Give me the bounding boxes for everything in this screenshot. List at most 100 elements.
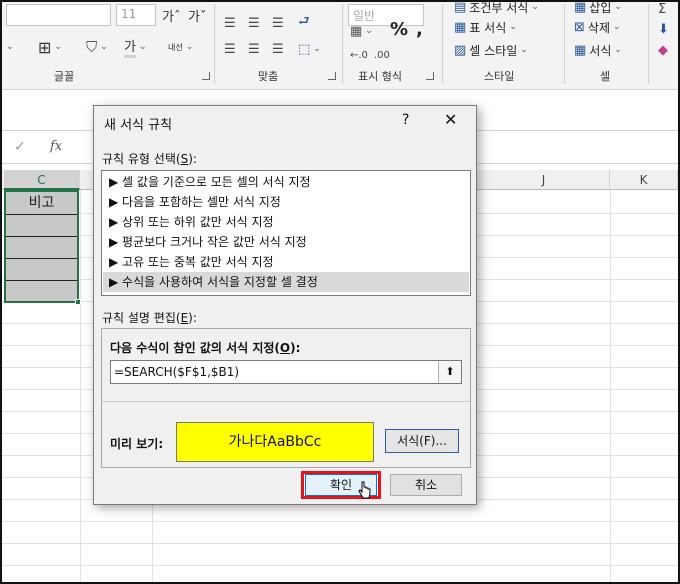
cancel-button[interactable]: 취소 [390,474,462,496]
edit-rule-label: 규칙 설명 편집(E): [102,309,197,326]
grow-font-icon: 가ˆ [162,9,181,25]
font-size-value: 11 [121,7,137,21]
align-left-button[interactable]: ☰ [224,38,236,60]
collapse-dialog-button[interactable]: ⬆ [438,361,461,383]
select-rule-type-text: 규칙 유형 선택( [102,152,181,166]
table-icon: ▦ [454,19,467,35]
header-cell[interactable]: 비고 [6,192,77,215]
align-middle-button[interactable]: ☰ [248,12,260,34]
ribbon: 11 가ˆ 가ˇ ⌄ ⊞ ⌄ ⛉ ⌄ 가 ⌄ 내선 ⌄ 글꼴 ☰ ☰ ☰ ⮐ ☰ ☰ ☰… [2,2,678,90]
shrink-font-button[interactable]: 가ˇ [188,4,206,26]
font-launcher-icon[interactable] [202,72,210,80]
selected-range[interactable]: 비고 [4,190,79,303]
format-as-table-button[interactable]: ▦ 표 서식 ⌄ [454,16,517,38]
align-right-button[interactable]: ☰ [272,38,284,60]
format-preview: 가나다AaBbCc [176,422,374,462]
eraser-icon: ◆ [658,42,668,58]
align-top-button[interactable]: ☰ [224,12,236,34]
ribbon-separator [214,4,215,84]
group-label-styles: 스타일 [484,70,515,83]
column-header-j[interactable]: J [478,170,610,190]
fill-color-button[interactable]: ⛉ ⌄ [86,36,108,58]
increase-decimal-button[interactable]: ←.0 [350,44,368,66]
preview-label: 미리 보기: [110,437,164,451]
formula-label-text: 다음 수식이 참인 값의 서식 지정( [110,341,280,355]
table-row[interactable] [6,215,77,237]
align-left-icon: ☰ [224,41,236,57]
formula-label-end: ): [290,341,301,355]
enter-check-icon[interactable]: ✓ [14,139,26,155]
align-launcher-icon[interactable] [328,72,336,80]
number-launcher-icon[interactable] [426,72,434,80]
autosum-button[interactable]: Σ [658,2,666,20]
align-center-button[interactable]: ☰ [248,38,260,60]
accounting-button[interactable]: ▦ ⌄ [350,20,373,42]
list-item[interactable]: ▶ 평균보다 크거나 작은 값만 서식 지정 [103,232,469,252]
edit-rule-end: ): [188,311,197,325]
align-middle-icon: ☰ [248,15,260,31]
delete-cells-icon: ⊠ [574,19,585,35]
merge-center-button[interactable]: ⬚ ⌄ [298,38,321,60]
list-item[interactable]: ▶ 고유 또는 중복 값만 서식 지정 [103,252,469,272]
percent-button[interactable]: % [390,18,408,40]
decrease-decimal-icon: .00 [374,49,390,61]
font-name-box[interactable] [6,4,111,26]
decrease-decimal-button[interactable]: .00 [374,44,390,66]
insert-cells-icon: ▦ [574,0,587,15]
list-item-selected[interactable]: ▶ 수식을 사용하여 서식을 지정할 셀 결정 [103,272,469,292]
increase-decimal-icon: ←.0 [350,49,368,61]
list-item[interactable]: ▶ 다음을 포함하는 셀만 서식 지정 [103,192,469,212]
align-bottom-button[interactable]: ☰ [272,12,284,34]
rule-type-list[interactable]: ▶ 셀 값을 기준으로 모든 셀의 서식 지정 ▶ 다음을 포함하는 셀만 서식… [101,170,471,296]
conditional-format-icon: ▤ [454,0,467,15]
list-item[interactable]: ▶ 셀 값을 기준으로 모든 셀의 서식 지정 [103,172,469,192]
format-as-table-label: 표 서식 [469,20,507,35]
select-rule-type-end: ): [188,152,197,166]
arrow-up-icon: ⬆ [445,365,455,378]
borders-button[interactable]: ⊞ ⌄ [38,36,62,58]
column-header-k[interactable]: K [610,170,678,190]
list-item[interactable]: ▶ 상위 또는 하위 값만 서식 지정 [103,212,469,232]
comma-button[interactable]: , [416,18,423,40]
new-format-rule-dialog: 새 서식 규칙 ? ✕ 규칙 유형 선택(S): ▶ 셀 값을 기준으로 모든 … [93,105,477,505]
fill-button[interactable]: ⬇ [658,18,669,40]
column-header-c[interactable]: C [4,170,80,190]
font-dropdown-arrow[interactable]: ⌄ [6,36,14,58]
phonetic-button[interactable]: 내선 ⌄ [168,36,193,58]
table-row[interactable] [6,237,77,259]
clear-button[interactable]: ◆ [658,39,668,61]
fill-down-icon: ⬇ [658,21,669,37]
delete-cells-button[interactable]: ⊠ 삭제 ⌄ [574,16,621,38]
conditional-format-label: 조건부 서식 [469,0,529,15]
group-label-number: 표시 형식 [358,70,402,83]
format-cells-button[interactable]: ▦ 서식 ⌄ [574,39,622,61]
grid-line [80,190,81,582]
select-rule-type-label: 규칙 유형 선택(S): [102,150,197,167]
align-top-icon: ☰ [224,15,236,31]
rule-description-panel: 다음 수식이 참인 값의 서식 지정(O): =SEARCH($F$1,$B1)… [101,328,471,468]
align-center-icon: ☰ [248,41,260,57]
fill-handle[interactable] [75,299,81,305]
format-button[interactable]: 서식(F)... [385,429,459,453]
formula-input[interactable]: =SEARCH($F$1,$B1) ⬆ [110,360,462,384]
group-label-cells: 셀 [600,70,611,83]
help-button[interactable]: ? [402,112,409,128]
dialog-title: 새 서식 규칙 [104,118,173,133]
formula-label: 다음 수식이 참인 값의 서식 지정(O): [110,339,300,356]
cell-styles-label: 셀 스타일 [469,43,518,58]
insert-function-icon[interactable]: fx [50,139,62,154]
comma-icon: , [416,18,423,40]
delete-cells-label: 삭제 [587,20,610,35]
cell-styles-button[interactable]: ▨ 셀 스타일 ⌄ [454,39,528,61]
grow-font-button[interactable]: 가ˆ [162,4,180,26]
grid-line [2,565,678,566]
screenshot-frame: 11 가ˆ 가ˇ ⌄ ⊞ ⌄ ⛉ ⌄ 가 ⌄ 내선 ⌄ 글꼴 ☰ ☰ ☰ ⮐ ☰ ☰ ☰… [0,0,680,584]
wrap-text-button[interactable]: ⮐ [298,12,310,34]
merge-icon: ⬚ [298,41,311,57]
table-row[interactable] [6,259,77,281]
format-cells-icon: ▦ [574,42,587,58]
font-color-button[interactable]: 가 ⌄ [124,36,147,58]
font-size-box[interactable]: 11 [116,4,156,26]
wrap-text-icon: ⮐ [298,14,310,29]
close-button[interactable]: ✕ [444,110,457,129]
